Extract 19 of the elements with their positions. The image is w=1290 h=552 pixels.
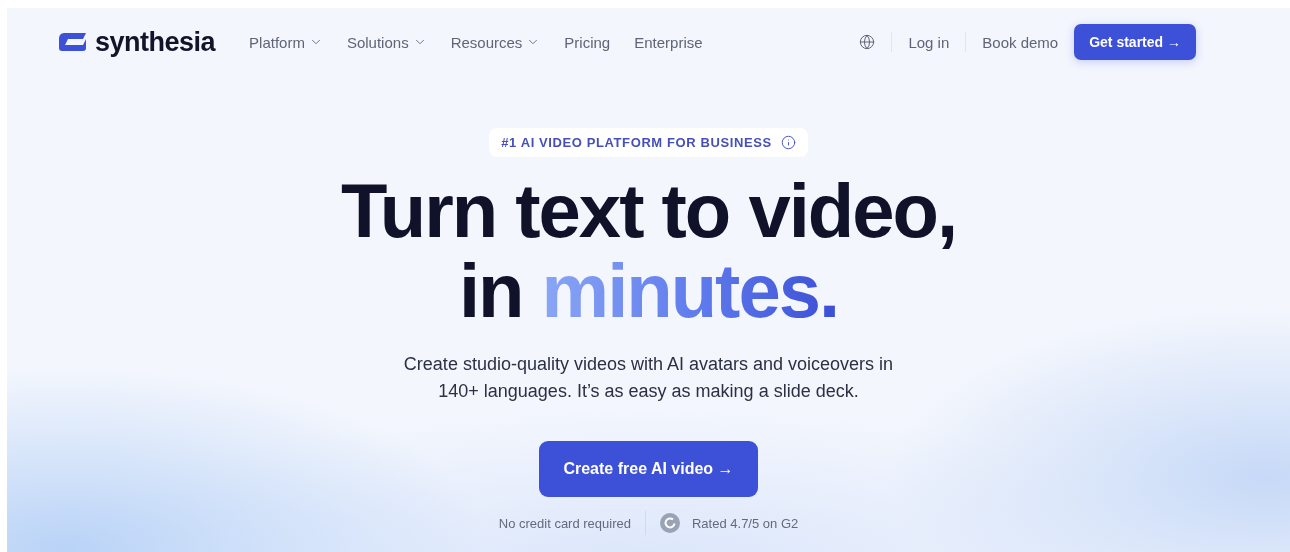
logo-wordmark[interactable]: synthesia	[95, 26, 216, 58]
headline-text: Turn text to video,	[340, 171, 957, 251]
nav-menu-item[interactable]: Enterprise	[634, 33, 703, 51]
tagline-text: #1 AI VIDEO PLATFORM FOR BUSINESS	[501, 135, 772, 150]
nav-menu-item[interactable]: Pricing	[564, 33, 611, 51]
no-credit-card-note: No credit card required	[498, 515, 631, 531]
logo-icon	[59, 32, 89, 52]
book-demo-link[interactable]: Book demo	[982, 33, 1059, 51]
rating-text: Rated 4.7/5 on G2	[692, 515, 799, 531]
create-video-button[interactable]: Create free AI video →	[539, 441, 758, 497]
subtitle-text: Create studio-quality videos with AI avatars and voiceovers in 140+ languages. It’s as easy as making a slide deck.	[403, 353, 894, 403]
globe-icon[interactable]	[859, 34, 876, 50]
g2-logo-icon	[660, 513, 680, 533]
nav-menu-item[interactable]: Resources	[450, 33, 541, 51]
info-icon[interactable]	[780, 135, 796, 150]
login-link[interactable]: Log in	[908, 33, 950, 51]
nav-menu-item[interactable]: Platform	[249, 33, 323, 51]
get-started-button[interactable]: Get started →	[1074, 24, 1196, 60]
nav-menu-item[interactable]: Solutions	[346, 33, 427, 51]
